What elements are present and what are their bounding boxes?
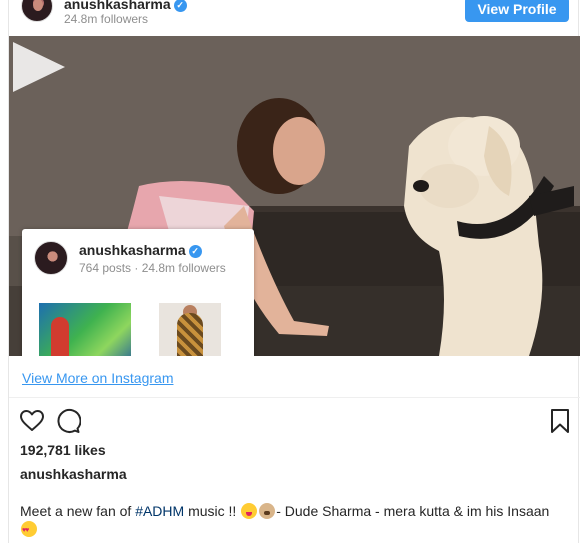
dog-face-emoji-icon [259,503,276,519]
caption-text: - Dude Sharma - mera kutta & im his Insa… [276,503,550,519]
caption-username[interactable]: anushkasharma [20,466,127,482]
bookmark-icon[interactable] [547,408,573,434]
heart-eyes-emoji-icon [21,521,37,540]
profile-preview-card[interactable]: anushkasharma ✓ 764 posts · 24.8m followe… [22,229,254,356]
verified-badge-icon: ✓ [173,0,187,12]
post-header: anushkasharma ✓ 24.8m followers View Prof… [9,0,580,36]
preview-stats: 764 posts · 24.8m followers [79,261,226,275]
header-username[interactable]: anushkasharma ✓ [64,0,187,12]
heart-icon[interactable] [19,408,45,434]
video-media[interactable]: anushkasharma ✓ 764 posts · 24.8m followe… [9,36,580,356]
post-caption: Meet a new fan of #ADHM music !! - Dude … [20,502,575,540]
header-followers: 24.8m followers [64,12,149,26]
likes-count[interactable]: 192,781 likes [20,442,106,458]
view-profile-button[interactable]: View Profile [465,0,569,22]
preview-avatar[interactable] [34,241,68,275]
instagram-embed-card: anushkasharma ✓ 24.8m followers View Prof… [8,0,580,543]
caption-text: music !! [184,503,241,519]
winking-tongue-emoji-icon [241,503,258,519]
verified-badge-icon: ✓ [188,245,202,258]
preview-username-text[interactable]: anushkasharma [79,242,186,258]
header-username-text[interactable]: anushkasharma [64,0,171,12]
hashtag-link[interactable]: #ADHM [135,503,184,519]
divider [9,397,580,398]
preview-username[interactable]: anushkasharma ✓ [79,242,202,258]
preview-thumbnail[interactable] [39,303,131,356]
play-icon[interactable] [9,36,71,98]
comment-icon[interactable] [55,408,81,434]
avatar[interactable] [21,0,53,22]
caption-text: Meet a new fan of [20,503,136,519]
view-more-link[interactable]: View More on Instagram [22,370,173,386]
preview-thumbnail[interactable] [159,303,221,356]
